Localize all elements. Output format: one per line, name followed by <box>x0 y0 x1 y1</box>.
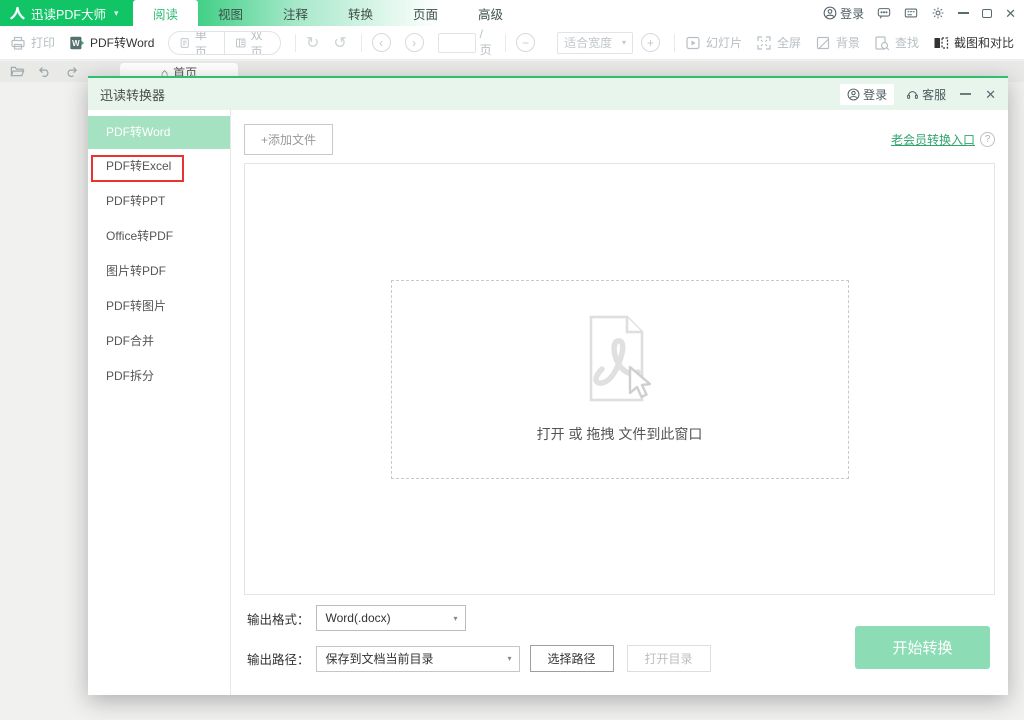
pdf-document-icon <box>564 311 676 411</box>
fullscreen-icon <box>756 35 772 51</box>
feedback-chat-icon[interactable] <box>877 6 891 20</box>
rotate-clockwise-button[interactable]: ↻ <box>306 33 319 52</box>
output-format-select[interactable]: Word(.docx) ▾ <box>316 605 466 631</box>
app-logo-icon <box>10 6 25 21</box>
sidebar-item-office-to-pdf[interactable]: Office转PDF <box>88 219 230 254</box>
single-page-icon <box>179 36 190 50</box>
sidebar-item-pdf-merge[interactable]: PDF合并 <box>88 324 230 359</box>
drop-zone-hint: 打开 或 拖拽 文件到此窗口 <box>392 424 848 444</box>
app-titlebar: 迅读PDF大师 ▾ 阅读 视图 注释 转换 页面 高级 登录 <box>0 0 1024 26</box>
zoom-mode-select[interactable]: 适合宽度▾ <box>557 32 633 54</box>
open-directory-button[interactable]: 打开目录 <box>627 645 711 672</box>
next-page-button[interactable]: › <box>405 33 424 52</box>
menu-tabs: 阅读 视图 注释 转换 页面 高级 <box>133 0 523 26</box>
svg-text:W: W <box>72 39 80 48</box>
file-list-area: 打开 或 拖拽 文件到此窗口 <box>244 163 995 595</box>
single-page-button[interactable]: 单页 <box>169 31 224 55</box>
maximize-button[interactable] <box>982 9 992 18</box>
dialog-title: 迅读转换器 <box>100 85 165 104</box>
tab-convert[interactable]: 转换 <box>328 0 393 26</box>
logo-dropdown-caret-icon[interactable]: ▾ <box>114 8 119 19</box>
undo-icon <box>37 64 52 79</box>
redo-button[interactable] <box>64 64 79 79</box>
pdf-to-word-button[interactable]: W PDF转Word <box>69 34 154 51</box>
ribbon-toolbar: 打印 W PDF转Word 单页 双页 <box>0 26 1024 60</box>
rotate-counterclockwise-button[interactable]: ↺ <box>333 33 346 52</box>
user-icon <box>823 6 837 20</box>
screenshot-compare-button[interactable]: 截图和对比 <box>933 34 1014 51</box>
settings-gear-icon[interactable] <box>931 6 945 20</box>
chevron-down-icon: ▾ <box>622 38 626 47</box>
zoom-in-button[interactable]: + <box>641 33 660 52</box>
sidebar-item-pdf-to-ppt[interactable]: PDF转PPT <box>88 184 230 219</box>
help-icon[interactable]: ? <box>980 132 995 147</box>
old-member-entry-link[interactable]: 老会员转换入口 <box>891 131 975 148</box>
find-button[interactable]: 查找 <box>874 34 919 51</box>
output-format-label: 输出格式： <box>247 609 310 628</box>
rotate-cw-icon: ↻ <box>306 33 319 52</box>
slideshow-button[interactable]: 幻灯片 <box>685 34 742 51</box>
page-unit-label: /页 <box>480 27 494 58</box>
chevron-down-icon: ▾ <box>508 654 512 663</box>
open-file-button[interactable] <box>10 64 25 79</box>
zoom-out-button[interactable]: − <box>516 33 535 52</box>
search-icon <box>874 35 890 51</box>
app-window: 迅读PDF大师 ▾ 阅读 视图 注释 转换 页面 高级 登录 <box>0 0 1024 720</box>
page-number-input[interactable] <box>438 33 476 53</box>
double-page-icon <box>235 36 246 50</box>
folder-open-icon <box>10 64 25 79</box>
headset-icon <box>906 88 919 101</box>
page-layout-toggle: 单页 双页 <box>168 31 281 55</box>
fullscreen-button[interactable]: 全屏 <box>756 34 801 51</box>
drop-zone[interactable]: 打开 或 拖拽 文件到此窗口 <box>391 280 849 479</box>
slideshow-icon <box>685 35 701 51</box>
word-doc-icon: W <box>69 35 85 51</box>
print-button[interactable]: 打印 <box>10 34 55 51</box>
double-page-button[interactable]: 双页 <box>225 31 280 55</box>
tab-page[interactable]: 页面 <box>393 0 458 26</box>
converter-dialog: 迅读转换器 登录 客服 ✕ PDF <box>88 76 1008 695</box>
sidebar-item-pdf-to-word[interactable]: PDF转Word <box>88 116 230 149</box>
undo-button[interactable] <box>37 64 52 79</box>
sidebar-item-pdf-to-image[interactable]: PDF转图片 <box>88 289 230 324</box>
screenshot-compare-icon <box>933 35 949 51</box>
rotate-ccw-icon: ↺ <box>333 33 346 52</box>
tab-advanced[interactable]: 高级 <box>458 0 523 26</box>
converter-sidebar: PDF转Word PDF转Excel PDF转PPT Office转PDF 图片… <box>88 110 231 695</box>
shortcut-card-icon[interactable] <box>904 6 918 20</box>
printer-icon <box>10 35 26 51</box>
sidebar-item-image-to-pdf[interactable]: 图片转PDF <box>88 254 230 289</box>
add-file-button[interactable]: +添加文件 <box>244 124 333 155</box>
background-button[interactable]: 背景 <box>815 34 860 51</box>
prev-page-button[interactable]: ‹ <box>372 33 391 52</box>
choose-path-button[interactable]: 选择路径 <box>530 645 614 672</box>
output-path-select[interactable]: 保存到文档当前目录 ▾ <box>316 646 520 672</box>
background-icon <box>815 35 831 51</box>
converter-main-panel: +添加文件 老会员转换入口 ? <box>231 110 1008 695</box>
tab-read[interactable]: 阅读 <box>133 0 198 26</box>
close-button[interactable]: ✕ <box>1005 7 1016 20</box>
redo-icon <box>64 64 79 79</box>
dialog-login-button[interactable]: 登录 <box>840 84 894 105</box>
minimize-button[interactable] <box>958 12 969 14</box>
login-button[interactable]: 登录 <box>823 5 864 22</box>
user-icon <box>847 88 860 101</box>
tab-view[interactable]: 视图 <box>198 0 263 26</box>
dialog-close-button[interactable]: ✕ <box>985 88 996 101</box>
sidebar-item-pdf-split[interactable]: PDF拆分 <box>88 359 230 394</box>
converter-dialog-titlebar: 迅读转换器 登录 客服 ✕ <box>88 78 1008 110</box>
chevron-down-icon: ▾ <box>454 614 458 623</box>
app-logo[interactable]: 迅读PDF大师 ▾ <box>0 0 133 26</box>
app-title: 迅读PDF大师 <box>31 4 106 23</box>
tab-annotate[interactable]: 注释 <box>263 0 328 26</box>
output-path-label: 输出路径： <box>247 649 310 668</box>
customer-service-button[interactable]: 客服 <box>906 86 946 103</box>
sidebar-item-pdf-to-excel[interactable]: PDF转Excel <box>88 149 230 184</box>
start-convert-button[interactable]: 开始转换 <box>855 626 990 669</box>
dialog-minimize-button[interactable] <box>958 93 973 95</box>
